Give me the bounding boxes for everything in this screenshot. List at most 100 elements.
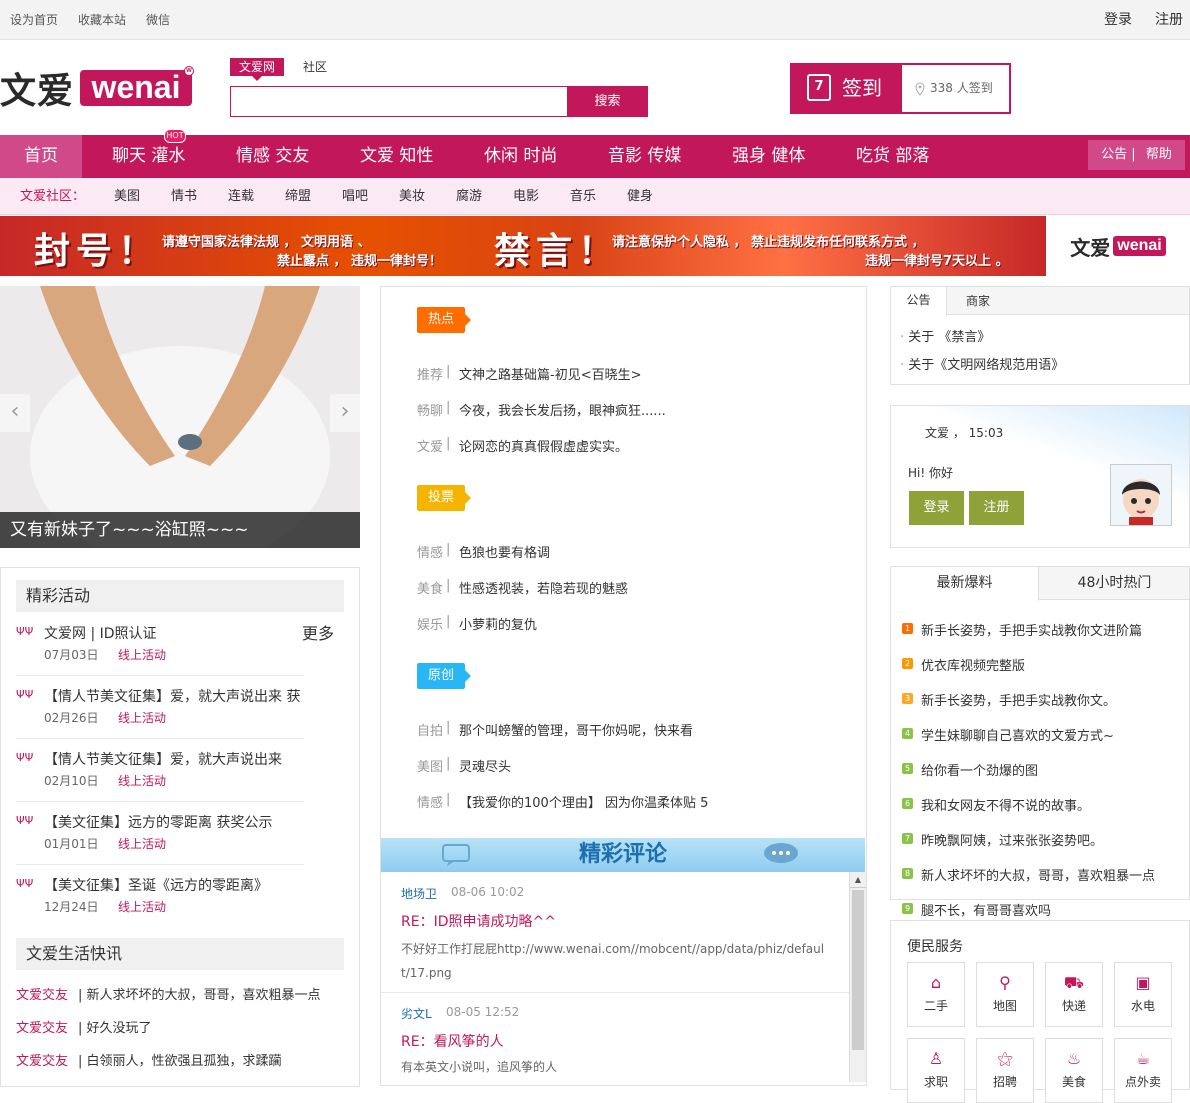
hot-item[interactable]: 新手长姿势，手把手实战教你文。 [921,690,1116,709]
subnav-item-movies[interactable]: 电影 [513,178,539,215]
hot-item[interactable]: 新人求坏坏的大叔，哥哥，喜欢粗暴一点 [921,865,1155,884]
avatar[interactable] [1110,464,1172,526]
activity-title[interactable]: 【美文征集】圣诞《远方的零距离》 [44,875,268,895]
comment-title[interactable]: RE：ID照申请成功略^^ [401,911,556,931]
scroll-thumb[interactable] [852,890,864,1050]
post-title[interactable]: 色狼也要有格调 [459,542,550,561]
hot-item[interactable]: 优衣库视频完整版 [921,655,1025,674]
nav-item-home[interactable]: 首页 [0,135,82,178]
service-food[interactable]: ♨ 美食 [1045,1038,1103,1103]
activities-more-link[interactable]: 更多 [302,620,334,644]
news-category[interactable]: 文爱交友 [16,1050,68,1069]
news-text[interactable]: 好久没玩了 [87,1021,152,1036]
post-category[interactable]: 文爱 [417,436,443,455]
post-title[interactable]: 今夜，我会长发后扬，眼神疯狂...... [459,400,666,419]
activity-type[interactable]: 线上活动 [118,646,166,663]
tab-merchant[interactable]: 商家 [966,292,990,309]
activity-title[interactable]: 【情人节美文征集】爱，就大声说出来 [44,749,282,769]
signin-button[interactable]: 7 签到 [792,65,902,112]
news-text[interactable]: 白领丽人，性欲强且孤独，求蹂躏 [87,1054,282,1069]
post-category[interactable]: 情感 [417,542,443,561]
notice-item[interactable]: · 关于《文明网络规范用语》 [900,354,1064,373]
search-tab-community[interactable]: 社区 [294,58,336,76]
tab-latest[interactable]: 最新爆料 [891,567,1039,601]
subnav-item-serial[interactable]: 连载 [228,178,254,215]
subnav-item-fitness[interactable]: 健身 [627,178,653,215]
hot-item[interactable]: 新手长姿势，手把手实战教你文进阶篇 [921,620,1142,639]
hot-item[interactable]: 我和女网友不得不说的故事。 [921,795,1090,814]
post-title[interactable]: 性感透视装，若隐若现的魅惑 [459,578,628,597]
service-secondhand[interactable]: ⌂ 二手 [907,962,965,1027]
comments-scrollbar[interactable]: ▲ [849,872,866,1082]
service-map[interactable]: ⚲ 地图 [976,962,1034,1027]
service-recruit[interactable]: ⚝ 招聘 [976,1038,1034,1103]
user-register-button[interactable]: 注册 [969,491,1024,525]
activity-type[interactable]: 线上活动 [118,835,166,852]
nav-item-emotion[interactable]: 情感 交友 [236,135,309,178]
nav-item-fitness[interactable]: 强身 健体 [732,135,805,178]
post-title[interactable]: 灵魂尽头 [459,756,511,775]
site-logo[interactable]: 文爱 wenai w [0,66,195,112]
nav-item-media[interactable]: 音影 传媒 [608,135,681,178]
nav-item-leisure[interactable]: 休闲 时尚 [484,135,557,178]
activity-type[interactable]: 线上活动 [118,772,166,789]
hot-item[interactable]: 昨晚飘阿姨，过来张张姿势吧。 [921,830,1103,849]
search-input[interactable] [230,86,568,117]
news-category[interactable]: 文爱交友 [16,984,68,1003]
service-jobseek[interactable]: ♙ 求职 [907,1038,965,1103]
search-tab-site[interactable]: 文爱网 [230,58,285,76]
featured-slideshow[interactable]: ‹ › 又有新妹子了~~~浴缸照~~~ [0,286,360,548]
service-express[interactable]: ⛟ 快递 [1045,962,1103,1027]
set-homepage-link[interactable]: 设为首页 [10,0,58,40]
comment-user[interactable]: 劣文L [401,1005,432,1022]
slide-caption[interactable]: 又有新妹子了~~~浴缸照~~~ [0,512,360,548]
news-category[interactable]: 文爱交友 [16,1017,68,1036]
comment-user[interactable]: 地场卫 [401,885,437,902]
search-button[interactable]: 搜索 [567,86,648,117]
subnav-item-alliance[interactable]: 缔盟 [285,178,311,215]
nav-help-link[interactable]: 帮助 [1146,147,1172,162]
nav-item-wenai[interactable]: 文爱 知性 [360,135,433,178]
user-login-button[interactable]: 登录 [909,491,964,525]
subnav-item-music[interactable]: 音乐 [570,178,596,215]
subnav-item-games[interactable]: 腐游 [456,178,482,215]
post-category[interactable]: 推荐 [417,364,443,383]
bookmark-link[interactable]: 收藏本站 [78,0,126,40]
tab-notice[interactable]: 公告 [891,287,947,316]
news-text[interactable]: 新人求坏坏的大叔，哥哥，喜欢粗暴一点 [87,988,321,1003]
post-category[interactable]: 娱乐 [417,614,443,633]
activity-title[interactable]: 【美文征集】远方的零距离 获奖公示 [44,812,272,832]
wechat-link[interactable]: 微信 [146,0,170,40]
subnav-item-letters[interactable]: 情书 [171,178,197,215]
post-title[interactable]: 【我爱你的100个理由】 因为你温柔体贴 5 [459,792,708,811]
top-login-link[interactable]: 登录 [1104,0,1132,40]
post-category[interactable]: 美食 [417,578,443,597]
hot-item[interactable]: 腿不长，有哥哥喜欢吗 [921,900,1051,919]
activity-title[interactable]: 文爱网 | ID照认证 [44,623,157,643]
post-category[interactable]: 情感 [417,792,443,811]
slide-next-arrow[interactable]: › [330,394,360,432]
post-title[interactable]: 论网恋的真真假假虚虚实实。 [459,436,628,455]
nav-announce-link[interactable]: 公告 [1101,147,1127,162]
comment-title[interactable]: RE：看风筝的人 [401,1031,504,1051]
activity-type[interactable]: 线上活动 [118,898,166,915]
subnav-item-makeup[interactable]: 美妆 [399,178,425,215]
hot-item[interactable]: 学生妹聊聊自己喜欢的文爱方式~ [921,725,1114,744]
post-title[interactable]: 小萝莉的复仇 [459,614,537,633]
hot-item[interactable]: 给你看一个劲爆的图 [921,760,1038,779]
post-title[interactable]: 文神之路基础篇-初见<百晓生> [459,364,641,383]
subnav-item-photos[interactable]: 美图 [114,178,140,215]
subnav-item-karaoke[interactable]: 唱吧 [342,178,368,215]
post-category[interactable]: 自拍 [417,720,443,739]
activity-type[interactable]: 线上活动 [118,709,166,726]
service-takeout[interactable]: ☕ 点外卖 [1114,1038,1172,1103]
notice-item[interactable]: · 关于 《禁言》 [900,326,990,345]
scroll-up-arrow[interactable]: ▲ [850,872,866,888]
nav-item-food[interactable]: 吃货 部落 [856,135,929,178]
top-register-link[interactable]: 注册 [1155,0,1183,40]
tab-48h[interactable]: 48小时热门 [1040,567,1189,600]
service-utilities[interactable]: ▣ 水电 [1114,962,1172,1027]
activity-title[interactable]: 【情人节美文征集】爱，就大声说出来 获 [44,686,300,706]
post-category[interactable]: 畅聊 [417,400,443,419]
post-category[interactable]: 美图 [417,756,443,775]
